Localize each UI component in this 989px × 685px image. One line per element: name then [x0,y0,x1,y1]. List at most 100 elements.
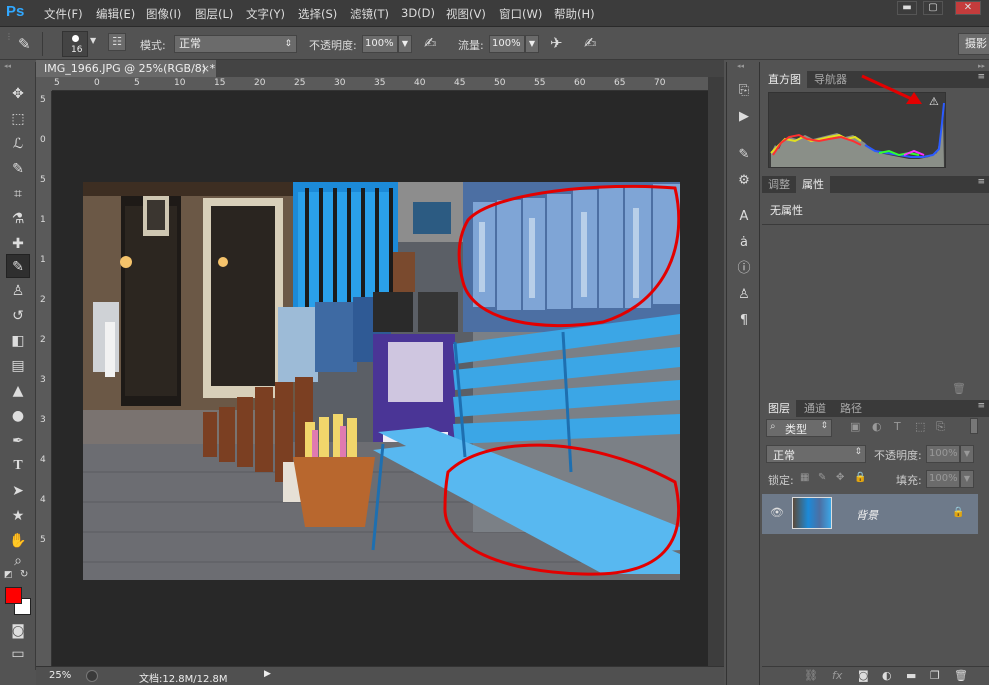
trash-icon[interactable]: 🗑 [952,382,966,395]
tool-presets-icon[interactable]: ⚙ [735,172,753,190]
filter-adjustment-icon[interactable]: ◐ [872,420,882,433]
menu-image[interactable]: 图像(I) [146,6,181,22]
marquee-tool-icon[interactable]: ⬚ [6,107,30,131]
tab-channels[interactable]: 通道 [798,400,832,417]
eraser-tool-icon[interactable]: ◧ [6,329,30,353]
info-panel-icon[interactable]: ⓘ [735,260,753,278]
document-image[interactable] [83,182,680,580]
foreground-color-swatch[interactable] [5,587,22,604]
eyedropper-tool-icon[interactable]: ⚗ [6,207,30,231]
new-layer-icon[interactable]: ❐ [930,669,940,682]
clone-source-icon[interactable]: ♙ [735,286,753,304]
history-brush-tool-icon[interactable]: ↺ [6,304,30,328]
lock-image-icon[interactable]: ✎ [818,472,826,483]
add-mask-icon[interactable]: ◙ [858,669,869,682]
layer-name[interactable]: 背景 [856,507,878,523]
adjustment-layer-icon[interactable]: ◐ [882,669,892,682]
history-panel-icon[interactable]: ⎘ [735,82,753,100]
panel-menu-icon[interactable]: ≡ [977,401,985,411]
tab-paths[interactable]: 路径 [834,400,868,417]
pressure-opacity-icon[interactable]: ✍ [424,34,437,52]
filter-pixel-icon[interactable]: ▣ [850,420,860,433]
type-tool-icon[interactable]: T [6,454,30,478]
collapse-icon[interactable]: ◂◂ [4,62,11,70]
menu-window[interactable]: 窗口(W) [499,6,542,22]
layer-filter-select[interactable]: ⌕ 类型 ⇕ [766,419,832,437]
tab-properties[interactable]: 属性 [796,176,830,193]
flow-input[interactable]: 100% [489,35,525,53]
clone-stamp-tool-icon[interactable]: ♙ [6,279,30,303]
close-icon[interactable]: × [201,60,210,77]
menu-type[interactable]: 文字(Y) [246,6,285,22]
airbrush-icon[interactable]: ✈ [550,34,563,52]
dodge-tool-icon[interactable]: ● [6,404,30,428]
zoom-level[interactable]: 25% [49,670,71,681]
menu-edit[interactable]: 编辑(E) [96,6,135,22]
layer-row[interactable]: 👁 背景 🔒 [762,494,978,534]
horizontal-ruler[interactable]: 5 0 5 10 15 20 25 30 35 40 45 50 55 60 65 70 [52,77,708,91]
vertical-scrollbar[interactable] [708,77,724,666]
delete-layer-icon[interactable]: 🗑 [954,669,968,682]
menu-select[interactable]: 选择(S) [298,6,337,22]
move-tool-icon[interactable]: ✥ [6,82,30,106]
close-button[interactable]: ✕ [955,1,981,15]
menu-file[interactable]: 文件(F) [44,6,83,22]
brush-presets-icon[interactable]: ✎ [735,146,753,164]
quick-select-tool-icon[interactable]: ✎ [6,157,30,181]
menu-3d[interactable]: 3D(D) [401,6,435,20]
filter-smart-object-icon[interactable]: ⎘ [936,420,945,434]
minimize-button[interactable]: ▬ [897,1,917,15]
lock-transparent-icon[interactable]: ▦ [800,472,809,483]
collapse-icon[interactable]: ◂◂ [737,62,744,70]
layer-thumbnail[interactable] [792,497,832,529]
brush-tool-icon[interactable]: ✎ [18,35,31,53]
blend-mode-select[interactable]: 正常 ⇕ [766,445,866,463]
menu-view[interactable]: 视图(V) [446,6,486,22]
layer-opacity-dropdown-icon[interactable]: ▼ [960,445,974,463]
healing-brush-tool-icon[interactable]: ✚ [6,232,30,256]
character-panel-icon[interactable]: A [735,208,753,226]
tab-histogram[interactable]: 直方图 [762,71,807,88]
brush-tool-active-icon[interactable]: ✎ [6,254,30,278]
gradient-tool-icon[interactable]: ▤ [6,354,30,378]
opacity-input[interactable]: 100% [362,35,398,53]
collapse-icon[interactable]: ▸▸ [978,62,985,70]
filter-toggle[interactable] [970,418,978,434]
opacity-dropdown-icon[interactable]: ▼ [398,35,412,53]
brush-panel-toggle-icon[interactable]: ☷ [108,33,126,51]
shape-tool-icon[interactable]: ★ [6,504,30,528]
pressure-size-icon[interactable]: ✍ [584,34,597,52]
fill-input[interactable]: 100% [926,470,960,488]
vertical-ruler[interactable]: 5 0 5 1 1 2 2 3 3 4 4 5 [36,91,52,666]
canvas-area[interactable] [52,91,708,666]
workspace-switcher[interactable]: 摄影 [958,33,989,55]
menu-layer[interactable]: 图层(L) [195,6,233,22]
mode-select[interactable]: 正常 ⇕ [174,35,297,53]
lock-position-icon[interactable]: ✥ [836,472,844,483]
status-menu-arrow-icon[interactable]: ▶ [264,669,271,679]
filter-type-icon[interactable]: T [894,420,901,433]
panel-menu-icon[interactable]: ≡ [977,177,985,187]
brush-preset-picker[interactable]: 16 [62,31,88,57]
tab-adjustments[interactable]: 调整 [762,176,796,193]
default-colors-icon[interactable]: ◩ [4,570,13,580]
pen-tool-icon[interactable]: ✒ [6,429,30,453]
actions-panel-icon[interactable]: ▶ [735,108,753,126]
swap-colors-icon[interactable]: ↻ [20,569,28,580]
eye-icon[interactable]: 👁 [770,506,784,519]
chevron-down-icon[interactable]: ▼ [90,36,96,45]
quick-mask-icon[interactable]: ◙ [6,619,30,643]
restore-button[interactable]: ▢ [923,1,943,15]
tab-navigator[interactable]: 导航器 [808,71,853,88]
document-tab[interactable]: IMG_1966.JPG @ 25%(RGB/8) * × [36,60,216,77]
menu-help[interactable]: 帮助(H) [554,6,595,22]
layer-opacity-input[interactable]: 100% [926,445,960,463]
histogram-warning-icon[interactable]: ⚠ [929,95,939,108]
blur-tool-icon[interactable]: ▲ [6,379,30,403]
screen-mode-icon[interactable]: ▭ [6,642,30,666]
link-layers-icon[interactable]: ⛓ [804,669,818,682]
paragraph-panel-icon[interactable]: ¶ [735,312,753,330]
path-select-tool-icon[interactable]: ➤ [6,479,30,503]
lock-all-icon[interactable]: 🔒 [854,472,866,483]
flow-dropdown-icon[interactable]: ▼ [525,35,539,53]
